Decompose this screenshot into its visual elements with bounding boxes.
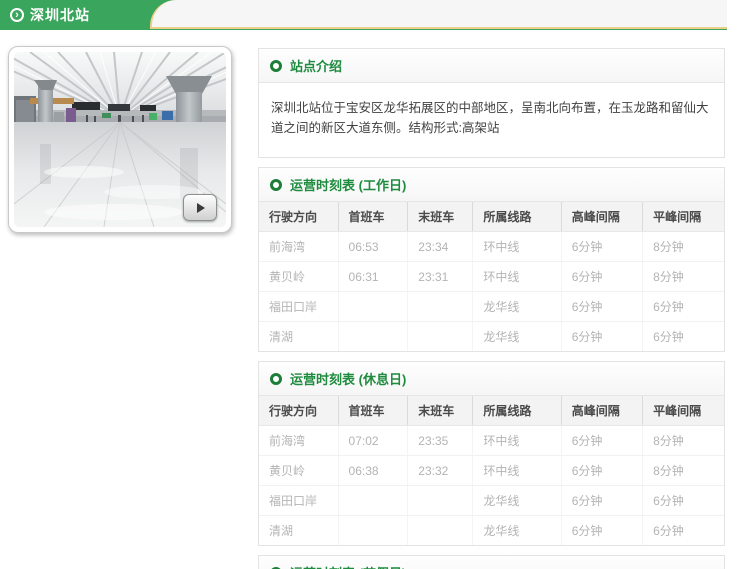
table-cell: 6分钟 xyxy=(560,231,643,262)
table-cell: 8分钟 xyxy=(642,455,724,486)
timetable-table: 行驶方向 首班车 末班车 所属线路 高峰间隔 平峰间隔 前海湾 06:53 23:34 环中线 6… xyxy=(259,202,724,351)
table-cell: 8分钟 xyxy=(642,261,724,292)
table-row: 福田口岸 龙华线 6分钟 6分钟 xyxy=(259,485,724,516)
table-row: 清湖 龙华线 6分钟 6分钟 xyxy=(259,321,724,351)
table-cell xyxy=(407,485,473,516)
table-cell: 6分钟 xyxy=(642,515,724,545)
table-cell xyxy=(407,515,473,545)
table-cell: 龙华线 xyxy=(472,485,562,516)
next-photo-button[interactable] xyxy=(183,194,217,221)
timetable-section: 运营时刻表 (工作日) 行驶方向 首班车 末班车 所属线路 高峰间隔 平峰间隔 前海湾 06… xyxy=(258,167,725,352)
table-cell: 环中线 xyxy=(472,231,562,262)
table-row: 清湖 龙华线 6分钟 6分钟 xyxy=(259,515,724,545)
table-cell xyxy=(337,291,408,322)
section-bullet-icon xyxy=(270,372,282,385)
column-header: 末班车 xyxy=(407,202,473,232)
table-cell: 福田口岸 xyxy=(259,291,339,322)
table-cell: 6分钟 xyxy=(560,291,643,322)
table-cell: 6分钟 xyxy=(560,321,643,351)
table-header-row: 行驶方向 首班车 末班车 所属线路 高峰间隔 平峰间隔 xyxy=(259,202,724,232)
table-cell: 06:53 xyxy=(337,231,408,262)
table-cell xyxy=(337,485,408,516)
table-cell: 6分钟 xyxy=(560,455,643,486)
header-curve xyxy=(150,0,727,29)
table-cell: 6分钟 xyxy=(560,515,643,545)
section-bullet-icon xyxy=(270,178,282,191)
table-cell: 6分钟 xyxy=(642,485,724,516)
table-cell: 龙华线 xyxy=(472,321,562,351)
table-row: 黄贝岭 06:31 23:31 环中线 6分钟 8分钟 xyxy=(259,261,724,292)
title-arrow-icon: › xyxy=(10,8,24,22)
section-heading: 运营时刻表 (工作日) xyxy=(290,178,407,193)
section-heading: 站点介绍 xyxy=(290,59,343,74)
timetable-table: 行驶方向 首班车 末班车 所属线路 高峰间隔 平峰间隔 前海湾 07:02 23:35 环中线 6… xyxy=(259,396,724,545)
table-cell: 06:31 xyxy=(337,261,408,292)
page-title: 深圳北站 xyxy=(30,7,90,23)
timetable-section-header: 运营时刻表 (工作日) xyxy=(259,168,724,202)
table-header-row: 行驶方向 首班车 末班车 所属线路 高峰间隔 平峰间隔 xyxy=(259,396,724,426)
table-cell xyxy=(337,321,408,351)
column-header: 末班车 xyxy=(407,396,473,426)
table-cell: 清湖 xyxy=(269,524,294,538)
table-cell: 06:38 xyxy=(337,455,408,486)
intro-section-header: 站点介绍 xyxy=(259,49,724,83)
table-cell: 6分钟 xyxy=(560,425,643,456)
table-cell: 环中线 xyxy=(472,261,562,292)
station-photo xyxy=(14,52,226,227)
column-header: 首班车 xyxy=(337,396,408,426)
table-cell xyxy=(337,515,408,545)
table-cell: 6分钟 xyxy=(560,485,643,516)
table-row: 前海湾 07:02 23:35 环中线 6分钟 8分钟 xyxy=(259,425,724,456)
timetable-section: 运营时刻表 (休息日) 行驶方向 首班车 末班车 所属线路 高峰间隔 平峰间隔 前海湾 07… xyxy=(258,361,725,546)
table-cell: 龙华线 xyxy=(472,515,562,545)
table-cell xyxy=(407,291,473,322)
table-cell: 前海湾 xyxy=(259,425,339,456)
table-cell: 黄贝岭 xyxy=(259,261,339,292)
table-row: 福田口岸 龙华线 6分钟 6分钟 xyxy=(259,291,724,322)
column-header: 平峰间隔 xyxy=(642,202,724,232)
page-header: › 深圳北站 xyxy=(0,0,727,30)
table-cell: 23:31 xyxy=(407,261,473,292)
column-header: 行驶方向 xyxy=(259,202,339,232)
column-header: 所属线路 xyxy=(472,202,562,232)
table-row: 黄贝岭 06:38 23:32 环中线 6分钟 8分钟 xyxy=(259,455,724,486)
station-photo-card xyxy=(8,46,232,233)
table-cell: 6分钟 xyxy=(560,261,643,292)
section-heading: 运营时刻表 (休息日) xyxy=(290,372,407,387)
table-cell: 黄贝岭 xyxy=(259,455,339,486)
column-header: 平峰间隔 xyxy=(642,396,724,426)
section-bullet-icon xyxy=(270,59,282,72)
table-cell: 福田口岸 xyxy=(259,485,339,516)
table-cell: 6分钟 xyxy=(642,291,724,322)
table-cell: 环中线 xyxy=(472,425,562,456)
timetable-section-header: 运营时刻表 (休息日) xyxy=(259,362,724,396)
column-header: 所属线路 xyxy=(472,396,562,426)
table-cell: 前海湾 xyxy=(259,231,339,262)
column-header: 高峰间隔 xyxy=(560,202,643,232)
timetables-container: 运营时刻表 (工作日) 行驶方向 首班车 末班车 所属线路 高峰间隔 平峰间隔 前海湾 06… xyxy=(258,167,725,569)
table-cell: 23:35 xyxy=(407,425,473,456)
table-cell: 8分钟 xyxy=(642,425,724,456)
play-icon xyxy=(197,202,205,213)
table-cell xyxy=(407,321,473,351)
intro-section: 站点介绍 深圳北站位于宝安区龙华拓展区的中部地区，呈南北向布置，在玉龙路和留仙大… xyxy=(258,48,725,158)
table-cell: 23:34 xyxy=(407,231,473,262)
column-header: 首班车 xyxy=(337,202,408,232)
main-content: 站点介绍 深圳北站位于宝安区龙华拓展区的中部地区，呈南北向布置，在玉龙路和留仙大… xyxy=(258,48,725,569)
table-row: 前海湾 06:53 23:34 环中线 6分钟 8分钟 xyxy=(259,231,724,262)
table-cell: 清湖 xyxy=(269,330,294,344)
column-header: 高峰间隔 xyxy=(560,396,643,426)
table-cell: 23:32 xyxy=(407,455,473,486)
column-header: 行驶方向 xyxy=(259,396,339,426)
table-cell: 8分钟 xyxy=(642,231,724,262)
timetable-section: 运营时刻表 (节假日) 行驶方向首班车末班车所属线路高峰间隔平峰间隔 前海湾07… xyxy=(258,555,725,569)
timetable-section-header: 运营时刻表 (节假日) xyxy=(259,556,724,569)
intro-text: 深圳北站位于宝安区龙华拓展区的中部地区，呈南北向布置，在玉龙路和留仙大道之间的新… xyxy=(271,101,709,135)
table-cell: 6分钟 xyxy=(642,321,724,351)
table-cell: 07:02 xyxy=(337,425,408,456)
table-cell: 环中线 xyxy=(472,455,562,486)
section-heading: 运营时刻表 (节假日) xyxy=(290,563,406,569)
table-cell: 龙华线 xyxy=(472,291,562,322)
